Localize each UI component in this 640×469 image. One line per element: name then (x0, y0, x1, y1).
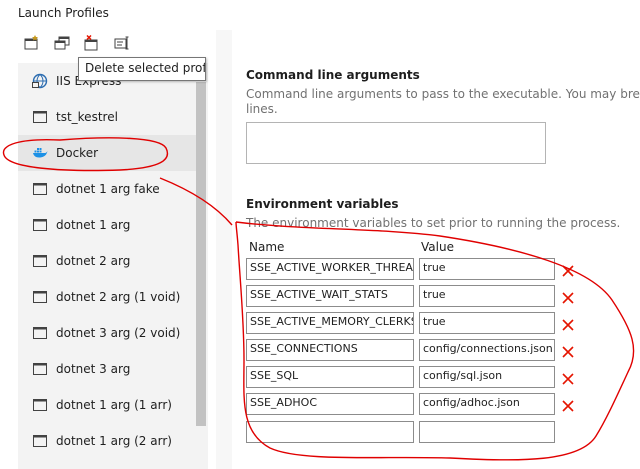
profile-item-dotnet-1-arg-2-arr[interactable]: dotnet 1 arg (2 arr) (18, 423, 196, 459)
window-icon (32, 361, 48, 377)
delete-profile-icon (84, 35, 98, 51)
env-name-new-cell[interactable] (246, 421, 414, 443)
profile-list-scrollbar[interactable] (196, 82, 206, 426)
env-value-cell[interactable]: true (419, 312, 555, 334)
cmd-args-desc-line1: Command line arguments to pass to the ex… (246, 87, 640, 101)
profile-item-label: dotnet 2 arg (1 void) (56, 290, 181, 304)
window-icon (32, 217, 48, 233)
delete-row-icon[interactable] (561, 318, 575, 332)
env-name-cell[interactable]: SSE_CONNECTIONS (246, 339, 414, 361)
cmd-args-desc-line2: lines. (246, 102, 278, 116)
env-value-new-cell[interactable] (419, 421, 555, 443)
env-value-cell[interactable]: config/adhoc.json (419, 393, 555, 415)
env-vars-description: The environment variables to set prior t… (246, 216, 621, 230)
env-vars-heading: Environment variables (246, 197, 399, 211)
profile-item-dotnet-2-arg-1-void[interactable]: dotnet 2 arg (1 void) (18, 279, 196, 315)
profile-item-label: dotnet 2 arg (56, 254, 131, 268)
profile-item-dotnet-1-arg[interactable]: dotnet 1 arg (18, 207, 196, 243)
profile-item-label: dotnet 3 arg (2 void) (56, 326, 181, 340)
profile-item-dotnet-2-arg[interactable]: dotnet 2 arg (18, 243, 196, 279)
cmd-args-input[interactable] (246, 122, 546, 164)
profile-item-dotnet-1-arg-1-arr[interactable]: dotnet 1 arg (1 arr) (18, 387, 196, 423)
profile-list: IIS Express tst_kestrel Docker dotnet 1 … (18, 63, 208, 469)
profile-item-label: dotnet 3 arg (56, 362, 131, 376)
profile-item-docker[interactable]: Docker (18, 135, 196, 171)
toolbar (22, 34, 132, 52)
env-name-cell[interactable]: SSE_ACTIVE_MEMORY_CLERKS (246, 312, 414, 334)
rename-profile-button[interactable] (112, 34, 132, 52)
delete-profile-button[interactable] (82, 34, 102, 52)
window-icon (32, 253, 48, 269)
new-profile-button[interactable] (22, 34, 42, 52)
env-name-cell[interactable]: SSE_ACTIVE_WORKER_THREAD (246, 258, 414, 280)
env-name-cell[interactable]: SSE_ACTIVE_WAIT_STATS (246, 285, 414, 307)
copy-profile-icon (54, 36, 70, 50)
profile-item-dotnet-3-arg-2-void[interactable]: dotnet 3 arg (2 void) (18, 315, 196, 351)
profile-item-label: dotnet 1 arg (2 arr) (56, 434, 172, 448)
profile-item-label: Docker (56, 146, 99, 160)
new-profile-icon (24, 35, 38, 50)
profile-item-dotnet-3-arg[interactable]: dotnet 3 arg (18, 351, 196, 387)
env-value-cell[interactable]: config/connections.json (419, 339, 555, 361)
cmd-args-heading: Command line arguments (246, 68, 420, 82)
profile-item-label: dotnet 1 arg (1 arr) (56, 398, 172, 412)
window-icon (32, 433, 48, 449)
env-col-value-header: Value (421, 240, 454, 254)
env-col-name-header: Name (249, 240, 285, 254)
delete-row-icon[interactable] (561, 291, 575, 305)
iis-icon (32, 73, 48, 89)
rename-profile-icon (114, 36, 129, 50)
window-icon (32, 109, 48, 125)
window-title: Launch Profiles (18, 6, 109, 20)
env-value-cell[interactable]: true (419, 258, 555, 280)
window-icon (32, 181, 48, 197)
window-icon (32, 397, 48, 413)
delete-row-icon[interactable] (561, 264, 575, 278)
delete-row-icon[interactable] (561, 399, 575, 413)
env-name-cell[interactable]: SSE_SQL (246, 366, 414, 388)
profile-item-label: dotnet 1 arg fake (56, 182, 160, 196)
profile-item-label: tst_kestrel (56, 110, 118, 124)
delete-row-icon[interactable] (561, 345, 575, 359)
env-name-cell[interactable]: SSE_ADHOC (246, 393, 414, 415)
profile-item-label: dotnet 1 arg (56, 218, 131, 232)
delete-profile-tooltip: Delete selected profile (78, 57, 206, 81)
window-icon (32, 325, 48, 341)
docker-icon (32, 145, 48, 161)
profile-item-tst-kestrel[interactable]: tst_kestrel (18, 99, 196, 135)
cmd-args-description: Command line arguments to pass to the ex… (246, 87, 640, 117)
env-value-cell[interactable]: true (419, 285, 555, 307)
profile-item-dotnet-1-arg-fake[interactable]: dotnet 1 arg fake (18, 171, 196, 207)
delete-row-icon[interactable] (561, 372, 575, 386)
window-icon (32, 289, 48, 305)
copy-profile-button[interactable] (52, 34, 72, 52)
env-value-cell[interactable]: config/sql.json (419, 366, 555, 388)
